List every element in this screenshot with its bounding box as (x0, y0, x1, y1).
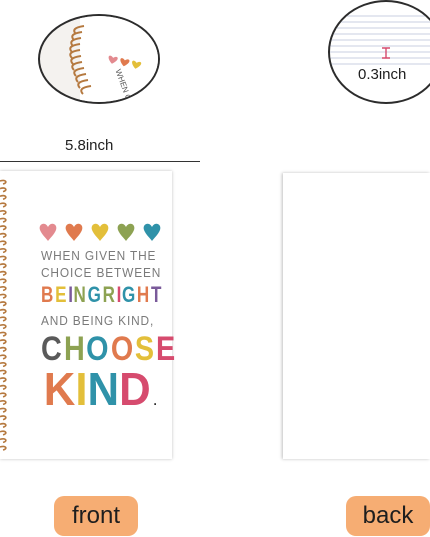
quote-letter: G (121, 282, 135, 307)
heart-icon (117, 223, 135, 241)
spiral-coil (0, 308, 7, 314)
hearts-row (39, 223, 161, 241)
spiral-coil (0, 316, 7, 322)
spiral-binding (0, 179, 7, 451)
quote-line-2-text: CHOICE BETWEEN (41, 266, 162, 280)
width-dimension-line (0, 161, 200, 162)
spiral-coil (0, 324, 7, 330)
spiral-coil (0, 194, 7, 200)
quote-line-1: WHEN GIVEN THE (41, 249, 162, 263)
front-label: front (54, 496, 138, 536)
spiral-coil (0, 187, 7, 193)
quote-letter: E (54, 282, 67, 307)
spiral-coil (0, 369, 7, 375)
quote-letter: N (73, 282, 86, 307)
thickness-zoom: 0.3inch (328, 0, 430, 104)
being-right-letters: BEING RIGHT (41, 282, 163, 308)
spiral-coil (0, 422, 7, 428)
spiral-coil (0, 346, 7, 352)
spiral-coil (0, 445, 7, 451)
spiral-coil (0, 354, 7, 360)
quote-line-kind: KIND. (41, 362, 157, 416)
heart-icon (39, 223, 57, 241)
spiral-coil (0, 301, 7, 307)
ruled-paper-illustration (330, 15, 430, 65)
spiral-coil (0, 392, 7, 398)
kind-period: . (153, 394, 157, 408)
spiral-coil (0, 438, 7, 444)
spiral-coil (0, 377, 7, 383)
quote-letter: D (119, 363, 151, 415)
quote-letter: T (150, 282, 162, 307)
quote-letter: I (75, 363, 88, 415)
spiral-coil (0, 286, 7, 292)
spiral-coil (0, 270, 7, 276)
spiral-coil (0, 202, 7, 208)
spiral-coil (0, 293, 7, 299)
spiral-coil (0, 210, 7, 216)
spiral-coil (0, 400, 7, 406)
quote-letter: I (67, 282, 73, 307)
quote-letter: I (116, 282, 122, 307)
spiral-coil (0, 225, 7, 231)
back-notebook-cover (283, 173, 430, 459)
spiral-binding-zoom: WHEN G (38, 14, 160, 104)
quote-line-1-text: WHEN GIVEN THE (41, 249, 157, 263)
quote-letter: E (155, 330, 175, 368)
heart-icon (65, 223, 83, 241)
spiral-coil (0, 255, 7, 261)
spiral-coil (0, 217, 7, 223)
quote-line-being-right: BEING RIGHT (41, 282, 179, 308)
quote-line-4: AND BEING KIND, (41, 314, 160, 328)
spiral-coil (0, 232, 7, 238)
heart-icon (143, 223, 161, 241)
width-label: 5.8inch (65, 137, 114, 154)
spiral-coil (0, 384, 7, 390)
spiral-coil (0, 430, 7, 436)
quote-letter: K (43, 363, 76, 415)
spiral-coil (0, 331, 7, 337)
thickness-label: 0.3inch (358, 66, 407, 83)
quote-line-2: CHOICE BETWEEN (41, 266, 168, 280)
spiral-coil (0, 263, 7, 269)
quote-letter: G (87, 282, 101, 307)
spiral-coil (0, 240, 7, 246)
spiral-binding-illustration (69, 16, 158, 102)
back-label: back (346, 496, 430, 536)
quote-letter: B (41, 282, 54, 307)
spiral-coil (0, 407, 7, 413)
spiral-coil (0, 248, 7, 254)
spiral-coil (0, 339, 7, 345)
spiral-coil (0, 362, 7, 368)
spiral-coil (0, 179, 7, 185)
quote-line-4-text: AND BEING KIND, (41, 314, 155, 328)
quote-letter: H (136, 282, 150, 307)
quote-letter: R (102, 282, 115, 307)
quote-letter: N (87, 363, 120, 415)
heart-icon (91, 223, 109, 241)
spiral-coil (0, 278, 7, 284)
kind-letters: KIND (44, 362, 151, 416)
spiral-coil (0, 415, 7, 421)
